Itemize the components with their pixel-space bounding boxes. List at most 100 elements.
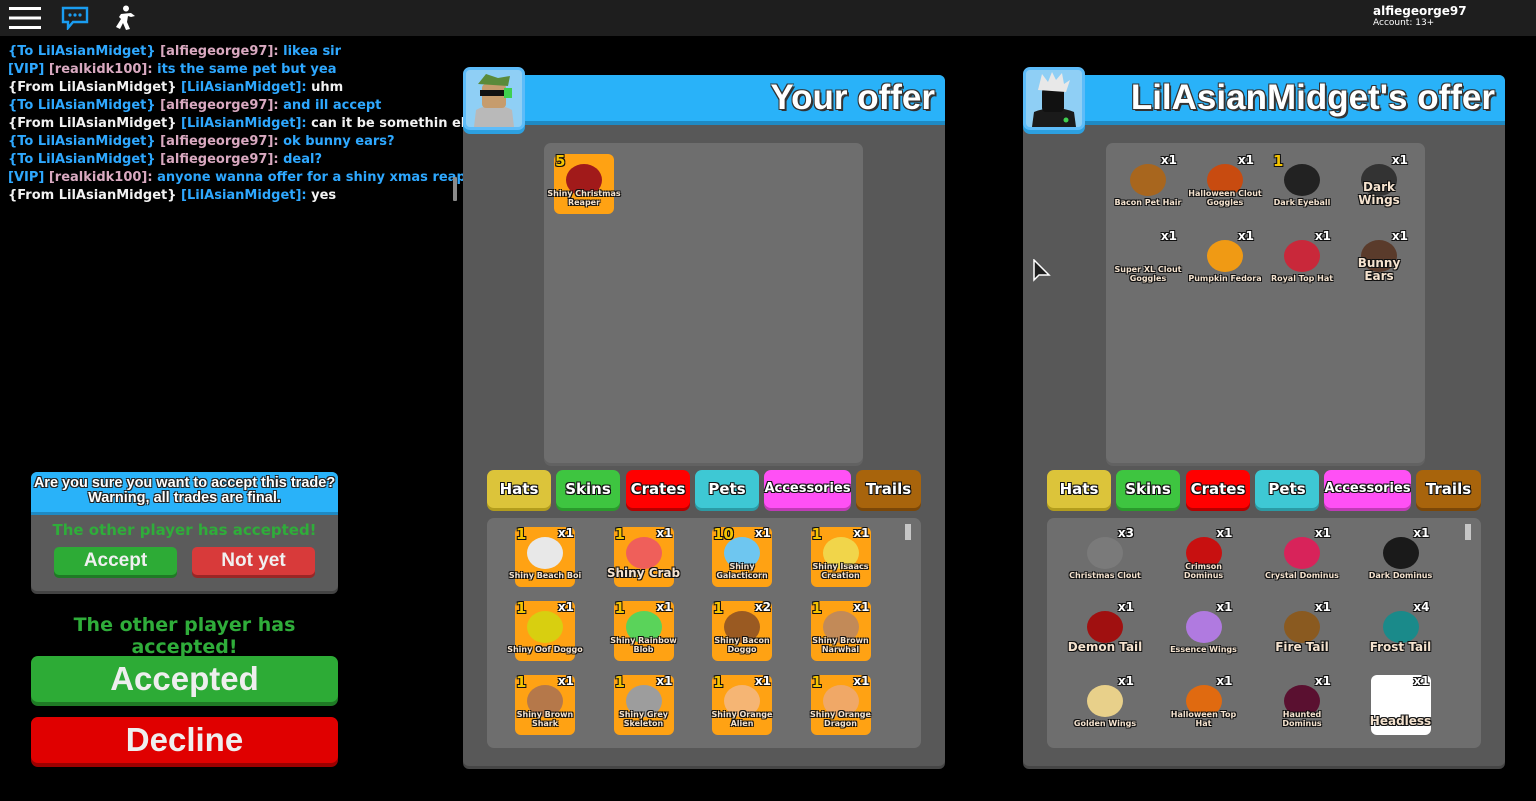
tab-crates[interactable]: Crates xyxy=(1186,470,1250,508)
item-name: Dark Eyeball xyxy=(1273,198,1331,207)
item-level: 1 xyxy=(614,673,625,691)
item-name: Shiny Orange Dragon xyxy=(810,710,871,728)
chat-icon[interactable] xyxy=(59,4,91,32)
item-slot[interactable]: x1 Bacon Pet Hair xyxy=(1115,153,1182,214)
item-name: Demon Tail xyxy=(1067,640,1143,654)
item-slot[interactable]: x1 Headless xyxy=(1370,674,1431,735)
item-name: Dark Dominus xyxy=(1368,571,1433,580)
item-slot[interactable]: x1 Super XL Clout Goggles xyxy=(1114,229,1181,290)
inventory-scrollbar[interactable] xyxy=(1465,524,1471,540)
tab-trails[interactable]: Trails xyxy=(1416,470,1481,508)
item-quantity: x1 xyxy=(656,674,673,688)
confirm-status-text: The other player has accepted! xyxy=(52,521,317,539)
item-slot[interactable]: x1 Royal Top Hat xyxy=(1271,229,1333,290)
chat-prefix: {To LilAsianMidget} xyxy=(8,44,161,59)
item-quantity: x1 xyxy=(1413,526,1430,540)
chat-username[interactable]: [alfiegeorge97]: xyxy=(160,152,283,167)
chat-username[interactable]: [alfiegeorge97]: xyxy=(160,134,283,149)
item-slot[interactable]: 5 Shiny Christmas Reaper xyxy=(547,152,621,214)
item-name: Shiny Galacticorn xyxy=(716,562,768,580)
item-slot[interactable]: x1 Fire Tail xyxy=(1272,600,1332,661)
chat-prefix: {To LilAsianMidget} xyxy=(8,152,161,167)
item-slot[interactable]: x1 Essence Wings xyxy=(1170,600,1237,661)
item-slot[interactable]: 1 Dark Eyeball xyxy=(1272,152,1332,214)
emote-icon[interactable] xyxy=(109,4,141,32)
item-name: Pumpkin Fedora xyxy=(1188,274,1262,283)
chat-text: its the same pet but yea xyxy=(157,62,337,77)
item-quantity: x1 xyxy=(1117,600,1134,614)
item-slot[interactable]: x4 Frost Tail xyxy=(1370,600,1432,661)
chat-username[interactable]: [LilAsianMidget]: xyxy=(181,80,311,95)
item-slot[interactable]: x1 Dark Wings xyxy=(1349,153,1409,214)
item-quantity: x1 xyxy=(853,600,870,614)
tab-hats[interactable]: Hats xyxy=(1047,470,1111,508)
confirm-trade-dialog: Are you sure you want to accept this tra… xyxy=(31,472,338,591)
chat-username[interactable]: [alfiegeorge97]: xyxy=(160,98,283,113)
item-slot[interactable]: 1 x1 Shiny Brown Shark xyxy=(515,673,575,735)
item-slot[interactable]: x1 Halloween Top Hat xyxy=(1171,674,1236,735)
item-slot[interactable]: 1 x1 Shiny Grey Skeleton xyxy=(613,673,674,735)
tab-trails[interactable]: Trails xyxy=(856,470,921,508)
item-slot[interactable]: x1 Demon Tail xyxy=(1068,600,1143,661)
item-image xyxy=(1130,164,1166,196)
chat-log: {To LilAsianMidget} [alfiegeorge97]: lik… xyxy=(8,43,482,205)
item-name: Royal Top Hat xyxy=(1270,274,1334,283)
item-level: 1 xyxy=(811,599,822,617)
item-slot[interactable]: 1 x2 Shiny Bacon Doggo xyxy=(712,599,772,661)
item-name: Bacon Pet Hair xyxy=(1114,198,1182,207)
accept-button[interactable]: Accept xyxy=(54,547,177,575)
their-inventory: x3 Christmas Clout x1 Crimson Dominus x1 Crys… xyxy=(1047,518,1481,748)
tab-accessories[interactable]: Accessories xyxy=(764,470,851,508)
item-quantity: x1 xyxy=(754,526,771,540)
item-name: Shiny Crab xyxy=(606,566,681,580)
mouse-cursor xyxy=(1033,259,1051,282)
item-level: 1 xyxy=(713,673,724,691)
item-image xyxy=(1087,537,1123,569)
item-slot[interactable]: 1 x1 Shiny Crab xyxy=(607,525,680,587)
tab-hats[interactable]: Hats xyxy=(487,470,551,508)
item-slot[interactable]: x1 Pumpkin Fedora xyxy=(1188,229,1261,290)
item-quantity: x1 xyxy=(1237,153,1254,167)
menu-icon[interactable] xyxy=(9,4,41,32)
tab-pets[interactable]: Pets xyxy=(1255,470,1319,508)
chat-prefix: [VIP] xyxy=(8,62,49,77)
item-slot[interactable]: x3 Christmas Clout xyxy=(1069,526,1141,587)
your-offer-items: 5 Shiny Christmas Reaper xyxy=(544,143,863,463)
item-slot[interactable]: 1 x1 Shiny Brown Narwhal xyxy=(810,599,871,661)
chat-username[interactable]: [realkidk100]: xyxy=(49,62,157,77)
item-slot[interactable]: x1 Crystal Dominus xyxy=(1265,526,1339,587)
chat-text: ok bunny ears? xyxy=(283,134,395,149)
tab-pets[interactable]: Pets xyxy=(695,470,759,508)
tab-crates[interactable]: Crates xyxy=(626,470,690,508)
item-quantity: x1 xyxy=(656,526,673,540)
chat-username[interactable]: [LilAsianMidget]: xyxy=(181,188,311,203)
your-inventory-tabs: Hats Skins Crates Pets Accessories Trails xyxy=(487,470,923,512)
accepted-button[interactable]: Accepted xyxy=(31,656,338,702)
item-slot[interactable]: 1 x1 Shiny Isaacs Creation xyxy=(810,525,871,587)
decline-button[interactable]: Decline xyxy=(31,717,338,763)
not-yet-button[interactable]: Not yet xyxy=(192,547,315,575)
item-slot[interactable]: 1 x1 Shiny Oof Doggo xyxy=(507,599,583,661)
item-slot[interactable]: 10 x1 Shiny Galacticorn xyxy=(712,525,772,587)
item-slot[interactable]: x1 Bunny Ears xyxy=(1349,229,1409,290)
chat-username[interactable]: [alfiegeorge97]: xyxy=(160,44,283,59)
item-slot[interactable]: x1 Crimson Dominus xyxy=(1174,526,1234,587)
chat-message: {To LilAsianMidget} [alfiegeorge97]: and… xyxy=(8,97,458,115)
item-image xyxy=(1207,240,1243,272)
item-slot[interactable]: 1 x1 Shiny Orange Dragon xyxy=(810,673,871,735)
item-slot[interactable]: 1 x1 Shiny Beach Boi xyxy=(509,525,581,587)
item-slot[interactable]: x1 Haunted Dominus xyxy=(1272,674,1332,735)
tab-accessories[interactable]: Accessories xyxy=(1324,470,1411,508)
item-slot[interactable]: x1 Halloween Clout Goggles xyxy=(1188,153,1261,214)
inventory-scrollbar[interactable] xyxy=(905,524,911,540)
chat-scrollbar[interactable] xyxy=(453,177,457,201)
your-inventory: 1 x1 Shiny Beach Boi 1 x1 Shiny Crab 10 x1 Shiny… xyxy=(487,518,921,748)
item-slot[interactable]: 1 x1 Shiny Rainbow Blob xyxy=(610,599,677,661)
tab-skins[interactable]: Skins xyxy=(556,470,620,508)
item-slot[interactable]: x1 Golden Wings xyxy=(1074,674,1136,735)
tab-skins[interactable]: Skins xyxy=(1116,470,1180,508)
chat-username[interactable]: [LilAsianMidget]: xyxy=(181,116,311,131)
item-slot[interactable]: 1 x1 Shiny Orange Alien xyxy=(712,673,772,735)
item-slot[interactable]: x1 Dark Dominus xyxy=(1369,526,1432,587)
chat-username[interactable]: [realkidk100]: xyxy=(49,170,157,185)
